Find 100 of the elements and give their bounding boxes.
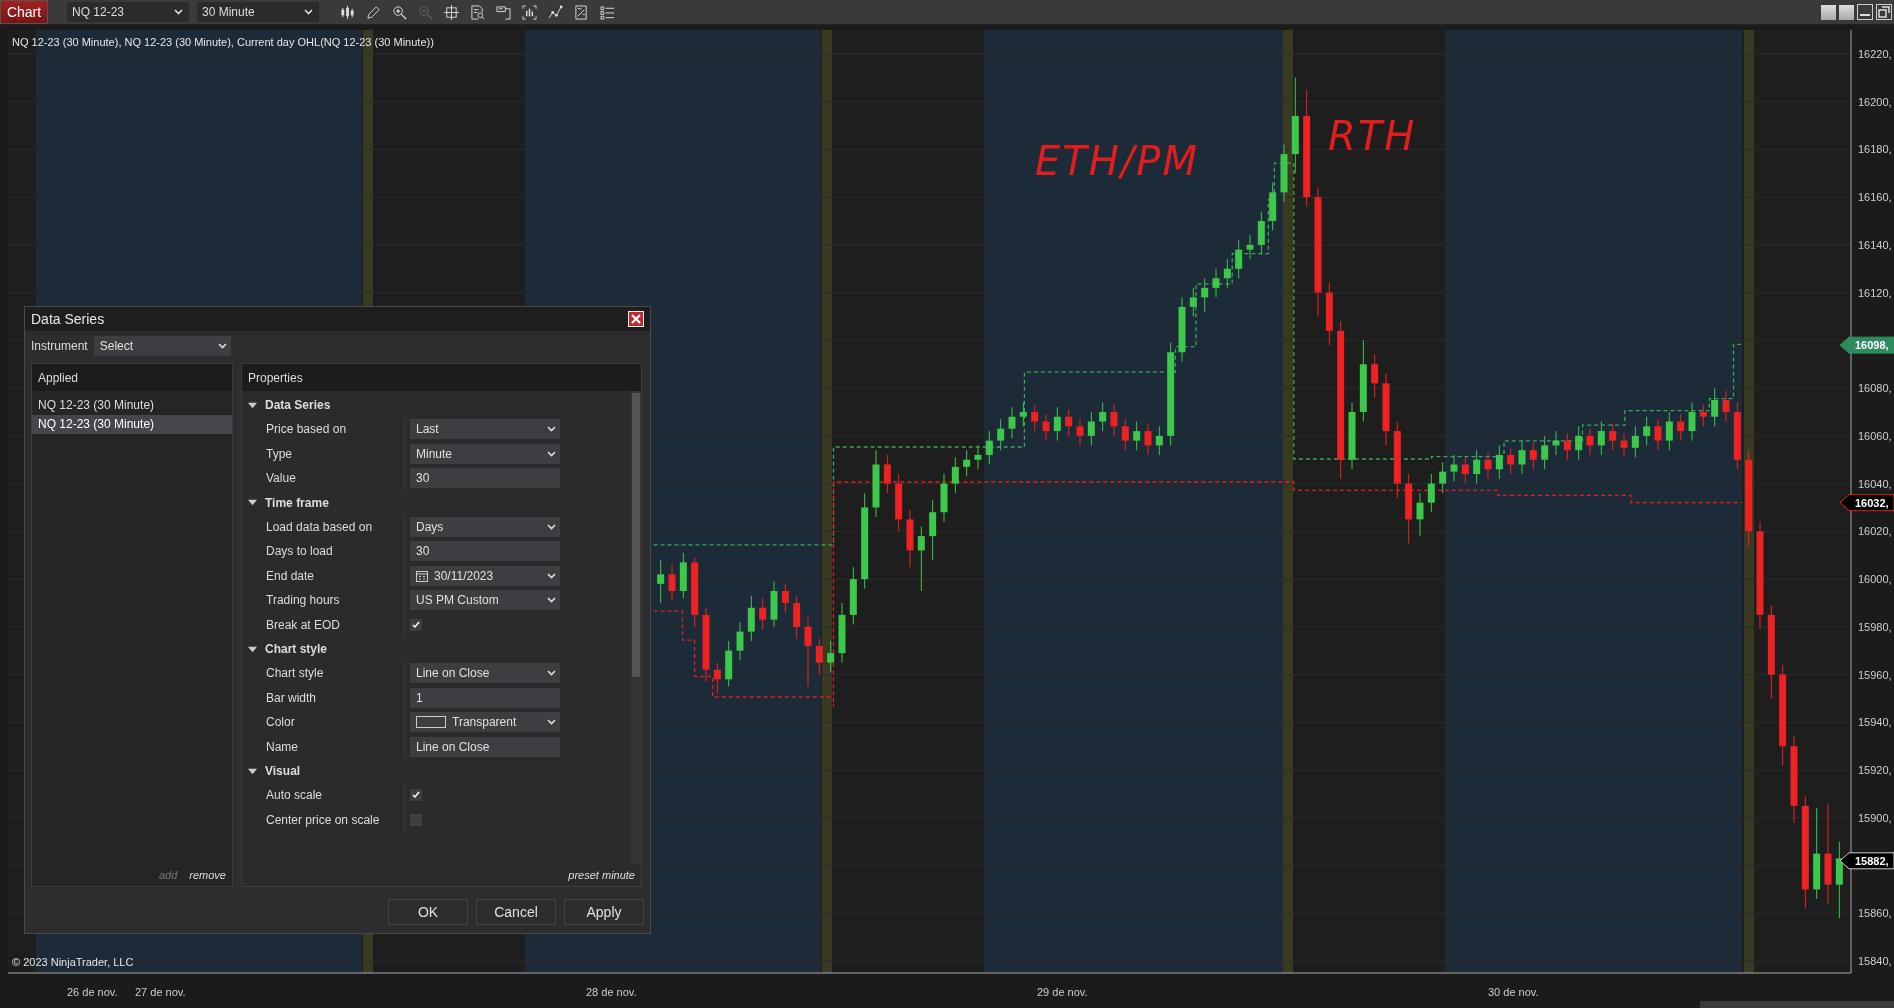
property-label: Color	[265, 715, 296, 730]
window-tile-button[interactable]	[1821, 4, 1836, 20]
price-label: 16200,	[1858, 95, 1892, 108]
checkbox[interactable]	[410, 618, 422, 631]
candlestick	[1597, 421, 1605, 456]
candlestick	[1201, 277, 1209, 313]
handwritten-annotation: ETH/PM	[1035, 138, 1199, 184]
candlestick	[917, 526, 925, 592]
zoom-in-icon[interactable]	[392, 4, 407, 20]
candlestick	[1212, 268, 1220, 298]
property-dropdown[interactable]: US PM Custom	[410, 590, 560, 611]
chart-button[interactable]: Chart	[0, 0, 48, 24]
price-label: 16120,	[1858, 286, 1892, 299]
chart-legend: NQ 12-23 (30 Minute), NQ 12-23 (30 Minute), Current day OHL(NQ 12-23 (30 Minute))	[12, 36, 434, 48]
property-input[interactable]: Line on Close	[410, 736, 560, 757]
date-picker[interactable]: 30/11/2023	[410, 565, 560, 586]
candlestick	[1065, 409, 1073, 437]
candlestick	[1087, 411, 1095, 446]
pencil-icon[interactable]	[366, 4, 381, 20]
candlestick	[1223, 258, 1231, 289]
candlestick	[1450, 454, 1458, 482]
window-tile-button[interactable]	[1839, 4, 1854, 20]
property-dropdown[interactable]: Last	[410, 419, 560, 440]
document-icon[interactable]	[574, 4, 589, 20]
chevron-down-icon	[304, 9, 313, 15]
preset-link[interactable]: preset minute	[568, 869, 635, 881]
crosshair-icon[interactable]	[444, 4, 459, 20]
applied-series-item[interactable]: NQ 12-23 (30 Minute)	[32, 396, 232, 415]
candlestick	[1416, 492, 1424, 537]
expand-triangle-icon[interactable]	[248, 400, 257, 410]
property-input[interactable]: 1	[410, 687, 560, 708]
document-search-icon[interactable]	[470, 4, 485, 20]
candlestick	[1461, 456, 1469, 485]
chevron-down-icon	[174, 9, 183, 15]
color-swatch	[416, 716, 446, 729]
candlestick-icon[interactable]	[340, 4, 355, 20]
expand-triangle-icon[interactable]	[248, 498, 257, 507]
candlestick	[1246, 234, 1254, 260]
property-label: End date	[265, 568, 316, 583]
candlestick	[951, 456, 959, 494]
property-input[interactable]: 30	[410, 468, 560, 489]
property-dropdown[interactable]: Line on Close	[410, 663, 560, 684]
dialog-button[interactable]: Apply	[564, 899, 644, 925]
panel-header: Properties	[242, 364, 641, 391]
chevron-down-icon	[217, 343, 227, 349]
checkbox[interactable]	[410, 789, 422, 802]
restore-icon[interactable]	[1876, 4, 1892, 20]
dialog-button[interactable]: OK	[388, 899, 468, 925]
dialog-button[interactable]: Cancel	[476, 899, 556, 925]
candlestick	[1189, 287, 1197, 317]
price-label: 15940,	[1858, 716, 1892, 729]
scrollbar-thumb[interactable]	[1700, 1001, 1894, 1008]
bars-frame-icon[interactable]	[522, 4, 537, 20]
price-label: 15980,	[1858, 620, 1892, 633]
color-picker[interactable]: Transparent	[410, 712, 560, 733]
candlestick	[1076, 418, 1084, 446]
property-dropdown[interactable]: Days	[410, 516, 560, 537]
candlestick	[1257, 210, 1265, 255]
candlestick	[1654, 418, 1662, 451]
candlestick	[1110, 404, 1118, 437]
property-group-title: Chart style	[265, 642, 328, 656]
scrollbar[interactable]	[631, 391, 641, 864]
list-icon[interactable]	[600, 4, 615, 20]
candlestick	[1099, 401, 1107, 432]
action-link[interactable]: remove	[189, 869, 226, 881]
candlestick	[759, 597, 767, 630]
expand-triangle-icon[interactable]	[248, 766, 257, 776]
chevron-down-icon	[547, 719, 556, 726]
candlestick	[929, 499, 937, 561]
price-label: 16000,	[1858, 573, 1892, 586]
applied-series-item[interactable]: NQ 12-23 (30 Minute)	[32, 415, 232, 434]
property-label: Break at EOD	[265, 617, 342, 632]
candlestick	[1121, 418, 1129, 451]
instrument-select[interactable]: Select	[93, 336, 231, 356]
candlestick	[713, 662, 721, 695]
price-label: 15840,	[1858, 955, 1892, 968]
price-label: 16140,	[1858, 238, 1892, 251]
candlestick	[1711, 387, 1719, 427]
chevron-down-icon	[547, 572, 556, 579]
close-icon[interactable]	[628, 311, 644, 327]
candlestick	[985, 430, 993, 465]
expand-triangle-icon[interactable]	[248, 644, 257, 654]
price-label: 16080,	[1858, 382, 1892, 395]
panel-icon[interactable]	[496, 4, 511, 20]
instrument-dropdown[interactable]: NQ 12-23	[67, 2, 189, 22]
property-input[interactable]: 30	[410, 541, 560, 562]
chevron-down-icon	[547, 670, 556, 677]
candlestick	[1688, 401, 1696, 442]
candlestick	[1133, 421, 1141, 451]
price-marker-label: 16098,	[1855, 339, 1889, 352]
line-chart-icon[interactable]	[548, 4, 563, 20]
minimize-icon[interactable]	[1857, 4, 1873, 20]
candlestick	[1439, 461, 1447, 494]
chevron-down-icon	[547, 523, 556, 530]
candlestick	[747, 595, 755, 642]
candlestick	[1665, 411, 1673, 451]
candlestick	[1144, 423, 1152, 456]
property-dropdown[interactable]: Minute	[410, 443, 560, 464]
interval-dropdown[interactable]: 30 Minute	[197, 2, 319, 22]
panel-header: Applied	[32, 364, 232, 391]
